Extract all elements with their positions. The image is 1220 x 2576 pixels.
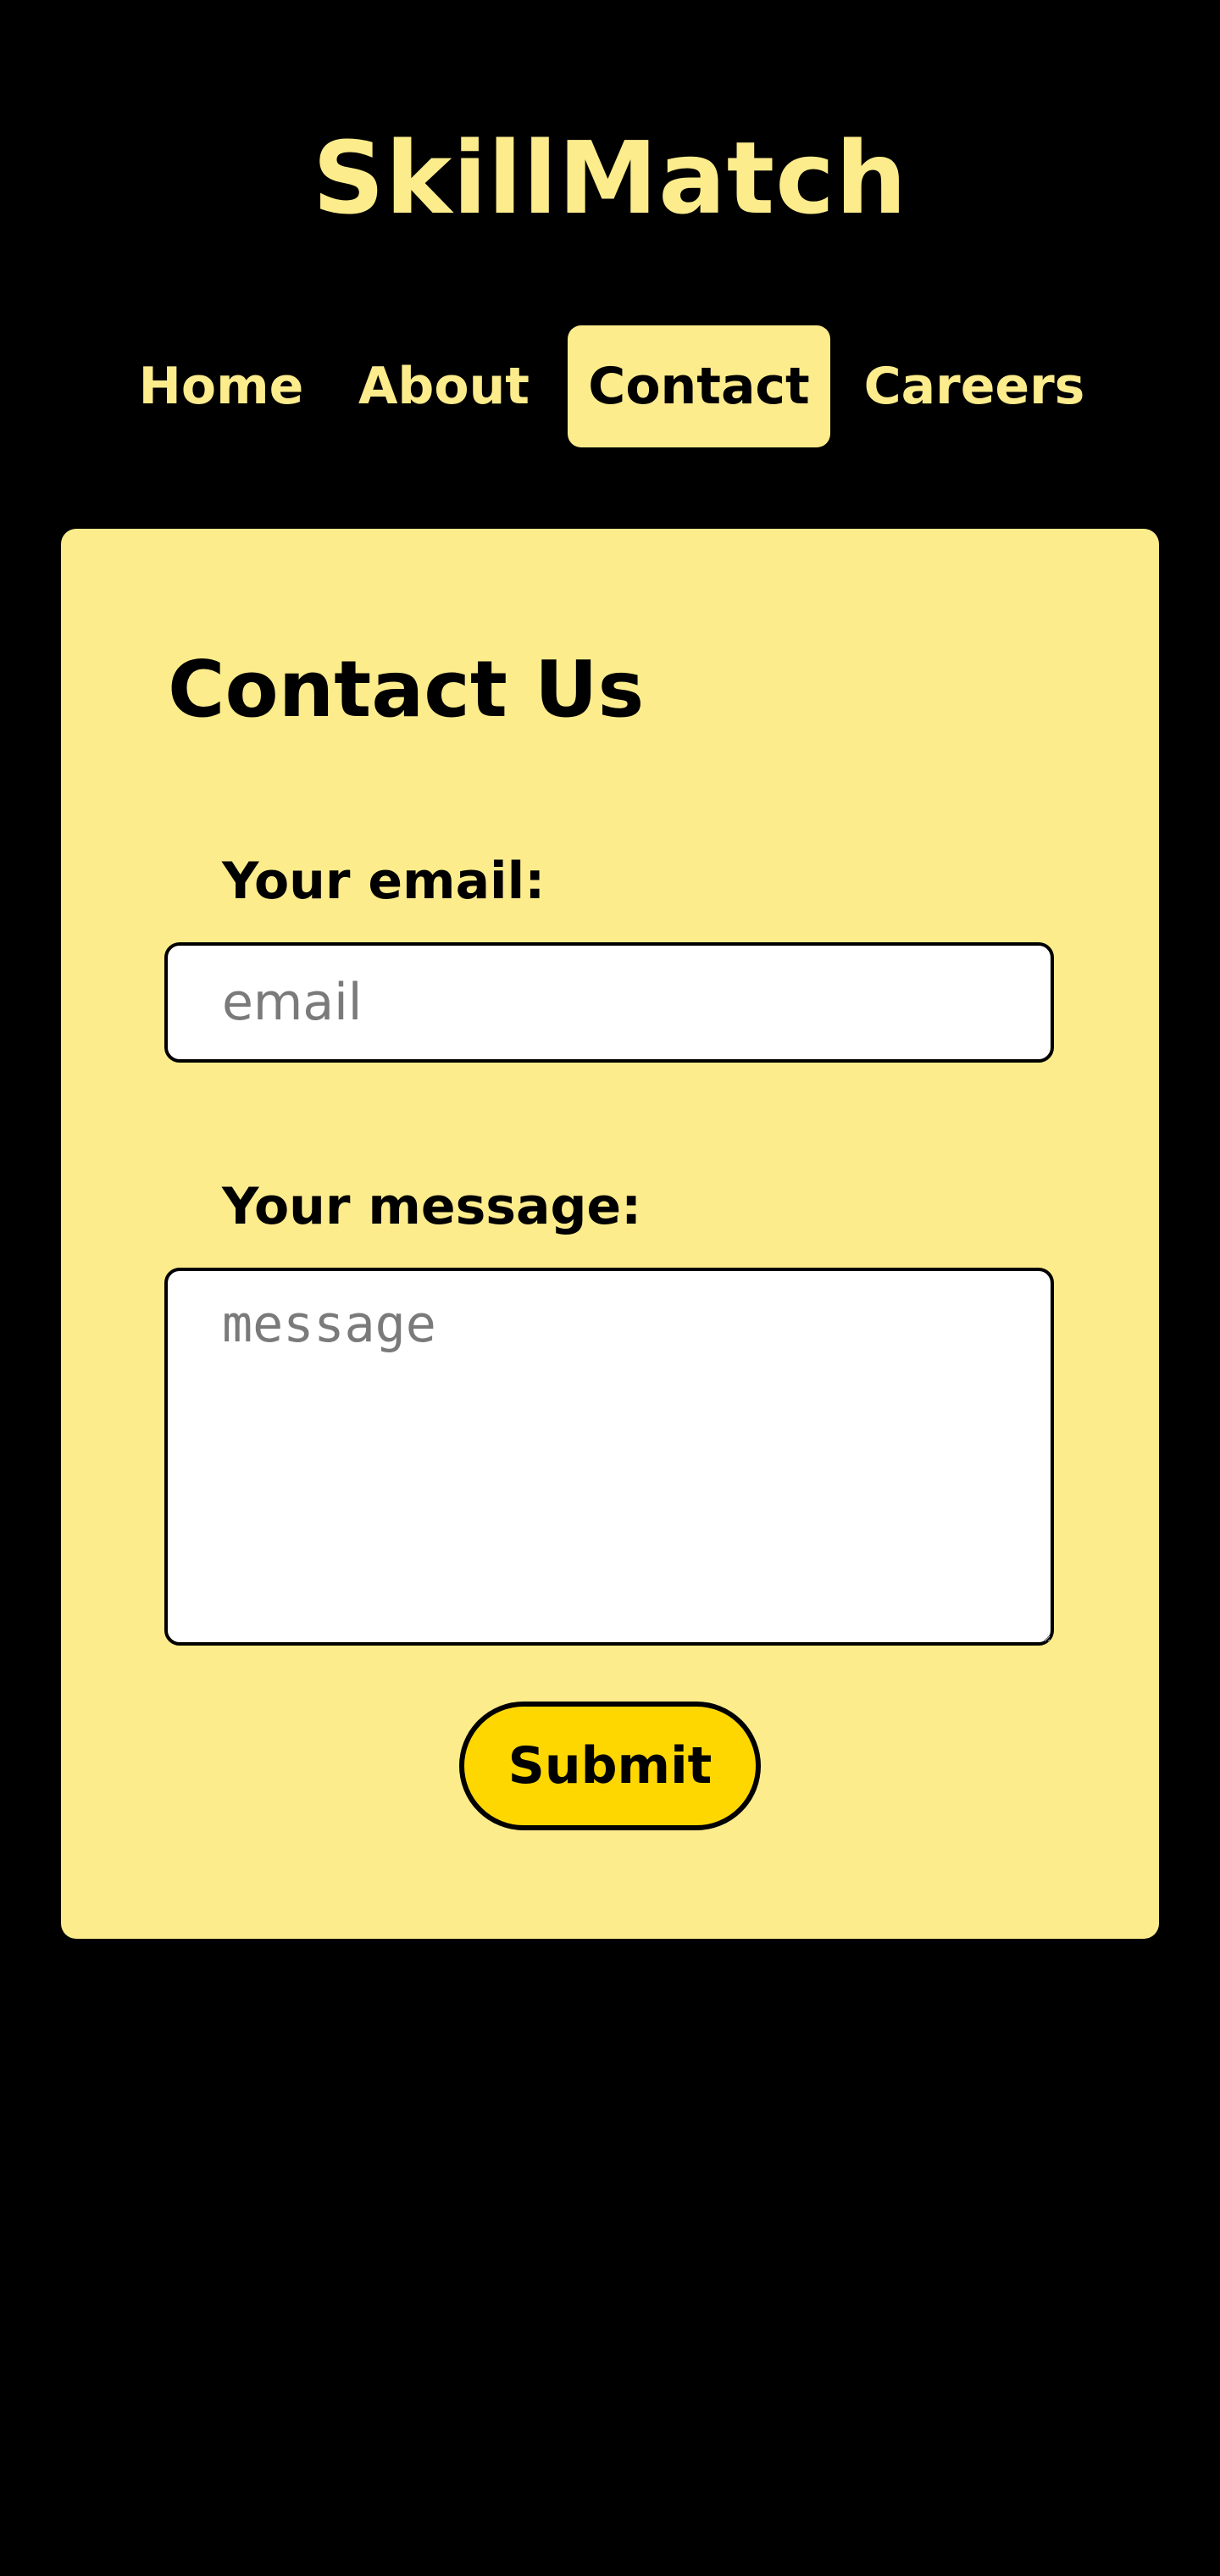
submit-button[interactable]: Submit	[459, 1702, 761, 1830]
message-field[interactable]	[164, 1268, 1054, 1646]
nav-contact[interactable]: Contact	[568, 325, 830, 447]
brand-logo: SkillMatch	[312, 119, 908, 236]
contact-card: Contact Us Your email: Your message: Sub…	[61, 529, 1159, 1939]
email-field[interactable]	[164, 942, 1054, 1063]
nav-home[interactable]: Home	[132, 325, 310, 447]
page-title: Contact Us	[168, 644, 645, 735]
nav-careers[interactable]: Careers	[856, 325, 1093, 447]
nav-about[interactable]: About	[351, 325, 537, 447]
main-nav: Home About Contact Careers	[0, 325, 1220, 447]
email-label: Your email:	[222, 852, 546, 911]
site-header: SkillMatch Home About Contact Careers	[0, 0, 1220, 508]
message-label: Your message:	[222, 1177, 642, 1236]
